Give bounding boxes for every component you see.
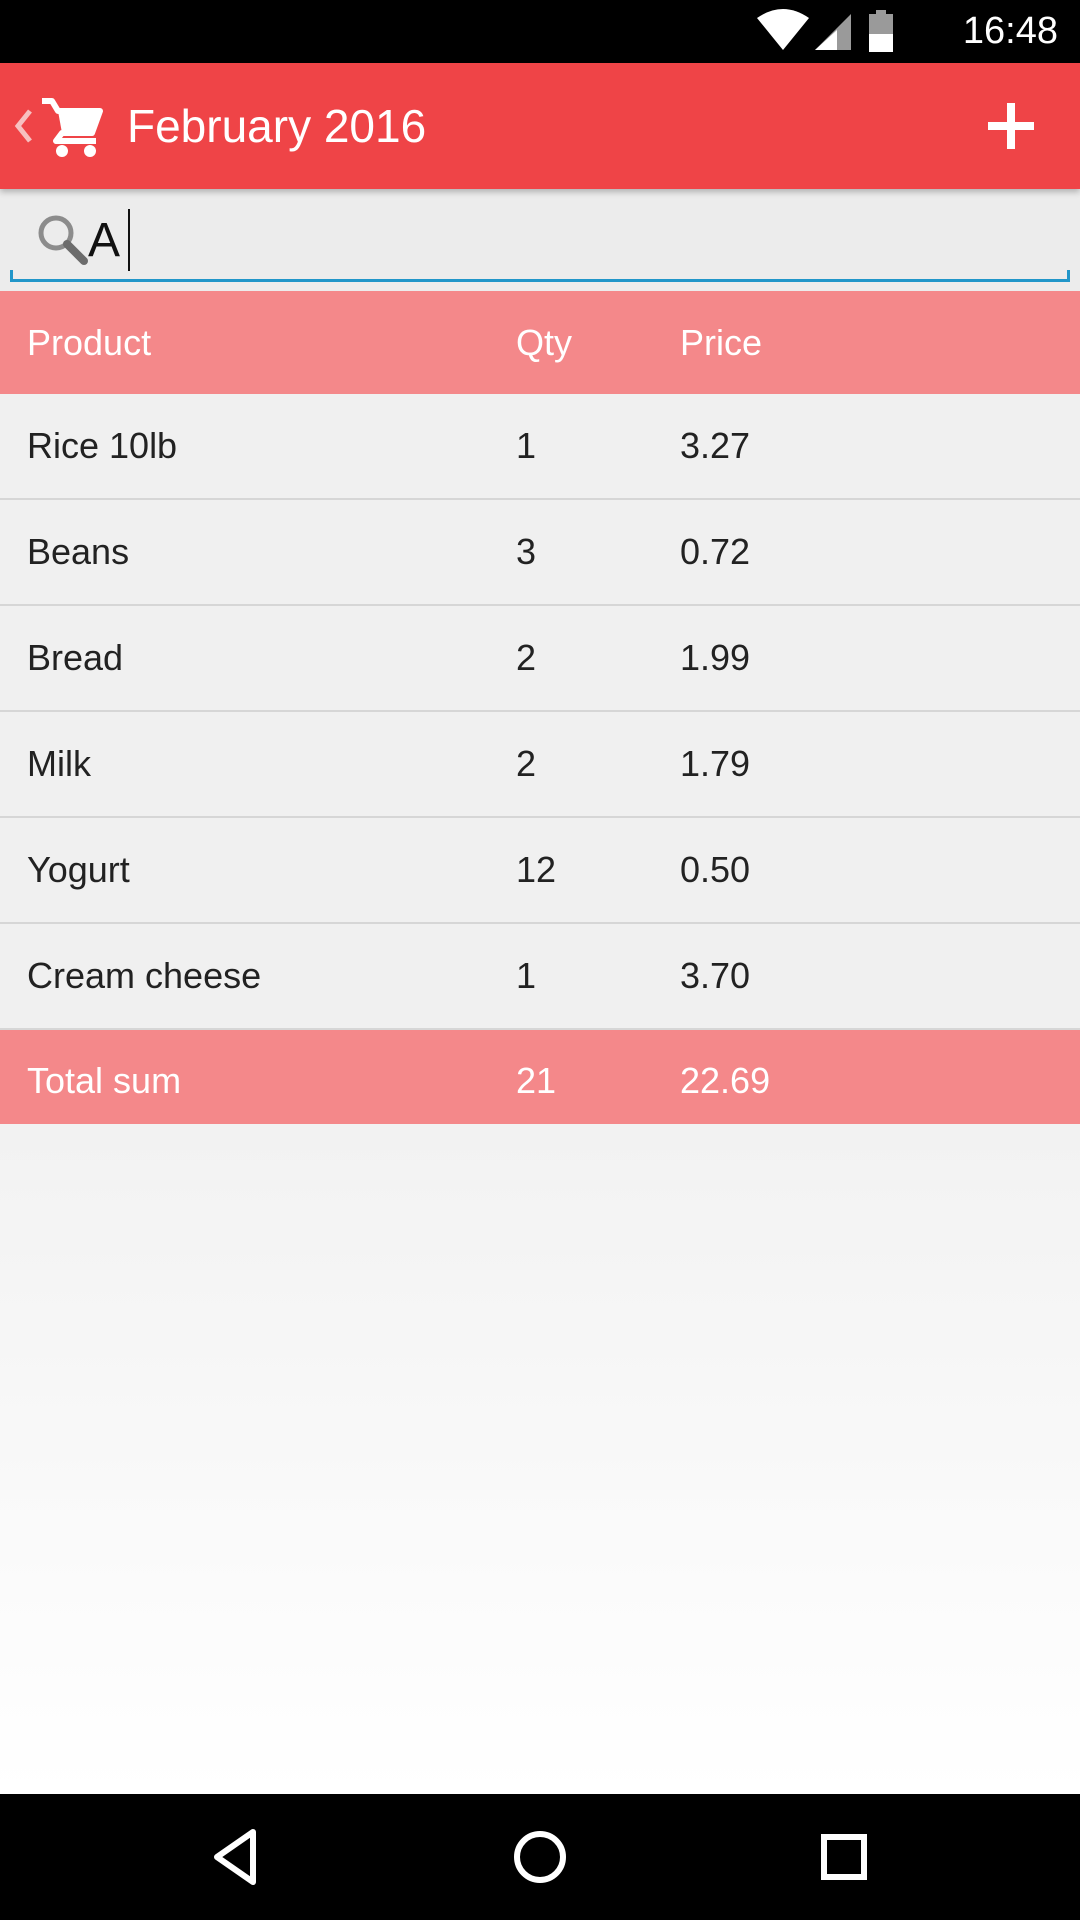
total-row: Total sum 21 22.69 (0, 1030, 1080, 1131)
navigation-bar (0, 1794, 1080, 1920)
search-field[interactable] (10, 189, 1070, 282)
cell-qty: 2 (516, 637, 537, 678)
cell-product: Beans (27, 531, 130, 572)
search-area (0, 189, 1080, 291)
cell-qty: 1 (516, 425, 537, 466)
cell-price: 0.72 (680, 531, 751, 572)
total-qty: 21 (516, 1060, 557, 1101)
cell-product: Rice 10lb (27, 425, 178, 466)
search-input[interactable] (88, 213, 988, 269)
empty-list-area (0, 1124, 1080, 1794)
header-product: Product (27, 322, 152, 363)
table-header: Product Qty Price (0, 291, 1080, 394)
cell-product: Cream cheese (27, 955, 262, 996)
page-title: February 2016 (127, 100, 427, 152)
search-icon (38, 215, 88, 265)
cell-price: 0.50 (680, 849, 751, 890)
cell-product: Milk (27, 743, 91, 784)
table-row[interactable]: Milk 2 1.79 (0, 712, 1080, 818)
product-table: Product Qty Price Rice 10lb 1 3.27 Beans… (0, 291, 1080, 1131)
header-qty: Qty (516, 322, 573, 363)
table-row[interactable]: Yogurt 12 0.50 (0, 818, 1080, 924)
home-icon[interactable] (507, 1824, 573, 1890)
battery-icon (869, 10, 893, 52)
text-cursor (128, 209, 130, 271)
cart-icon (42, 98, 103, 157)
cell-product: Bread (27, 637, 124, 678)
add-button[interactable] (972, 87, 1050, 165)
cell-price: 3.70 (680, 955, 751, 996)
total-price: 22.69 (680, 1060, 771, 1101)
recents-icon[interactable] (811, 1824, 877, 1890)
cell-price: 1.99 (680, 637, 751, 678)
table-row[interactable]: Beans 3 0.72 (0, 500, 1080, 606)
cell-price: 1.79 (680, 743, 751, 784)
back-chevron-icon[interactable] (12, 103, 34, 149)
cell-price: 3.27 (680, 425, 751, 466)
status-bar: 16:48 (0, 0, 1080, 63)
cell-qty: 12 (516, 849, 557, 890)
table-row[interactable]: Cream cheese 1 3.70 (0, 924, 1080, 1030)
status-icons (755, 8, 915, 54)
status-time: 16:48 (962, 10, 1058, 52)
wifi-icon (757, 9, 809, 50)
back-icon[interactable] (203, 1824, 269, 1890)
table-row[interactable]: Rice 10lb 1 3.27 (0, 394, 1080, 500)
app-bar: February 2016 (0, 63, 1080, 189)
header-price: Price (680, 322, 763, 363)
signal-icon (815, 14, 851, 50)
cell-product: Yogurt (27, 849, 130, 890)
cell-qty: 2 (516, 743, 537, 784)
cell-qty: 1 (516, 955, 537, 996)
plus-icon (988, 103, 1034, 149)
total-label: Total sum (27, 1060, 182, 1101)
cell-qty: 3 (516, 531, 537, 572)
table-row[interactable]: Bread 2 1.99 (0, 606, 1080, 712)
